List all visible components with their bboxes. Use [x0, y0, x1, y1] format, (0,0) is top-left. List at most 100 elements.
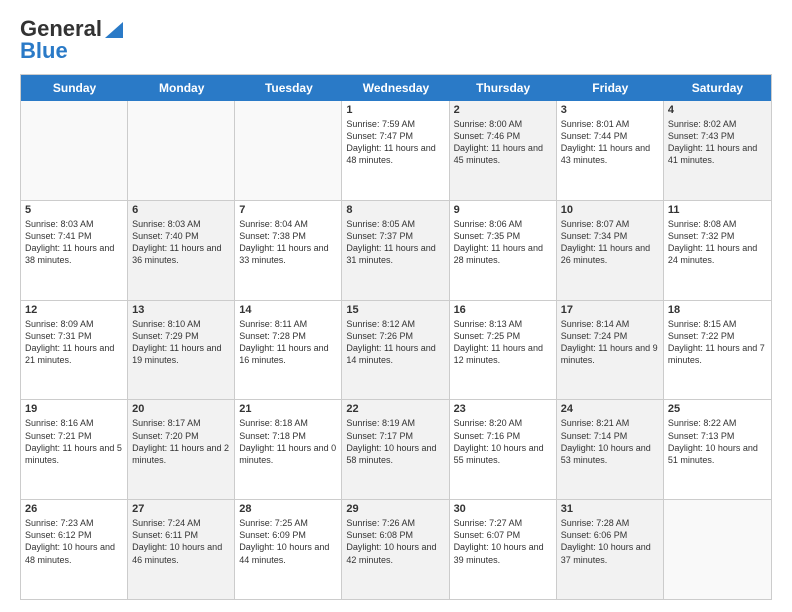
- day-info: Sunrise: 8:16 AM Sunset: 7:21 PM Dayligh…: [25, 417, 123, 466]
- logo-triangle-icon: [103, 20, 123, 38]
- day-number: 20: [132, 403, 230, 415]
- day-number: 9: [454, 204, 552, 216]
- day-cell-25: 25 Sunrise: 8:22 AM Sunset: 7:13 PM Dayli…: [664, 400, 771, 499]
- day-info: Sunrise: 8:07 AM Sunset: 7:34 PM Dayligh…: [561, 218, 659, 267]
- day-number: 1: [346, 104, 444, 116]
- day-info: Sunrise: 8:15 AM Sunset: 7:22 PM Dayligh…: [668, 318, 767, 367]
- day-info: Sunrise: 7:27 AM Sunset: 6:07 PM Dayligh…: [454, 517, 552, 566]
- day-number: 31: [561, 503, 659, 515]
- day-info: Sunrise: 8:17 AM Sunset: 7:20 PM Dayligh…: [132, 417, 230, 466]
- col-header-wednesday: Wednesday: [342, 75, 449, 101]
- day-info: Sunrise: 8:03 AM Sunset: 7:41 PM Dayligh…: [25, 218, 123, 267]
- calendar: SundayMondayTuesdayWednesdayThursdayFrid…: [20, 74, 772, 600]
- day-cell-16: 16 Sunrise: 8:13 AM Sunset: 7:25 PM Dayli…: [450, 301, 557, 400]
- day-number: 12: [25, 304, 123, 316]
- day-cell-10: 10 Sunrise: 8:07 AM Sunset: 7:34 PM Dayli…: [557, 201, 664, 300]
- day-number: 15: [346, 304, 444, 316]
- day-info: Sunrise: 8:10 AM Sunset: 7:29 PM Dayligh…: [132, 318, 230, 367]
- day-cell-14: 14 Sunrise: 8:11 AM Sunset: 7:28 PM Dayli…: [235, 301, 342, 400]
- day-info: Sunrise: 7:23 AM Sunset: 6:12 PM Dayligh…: [25, 517, 123, 566]
- day-number: 5: [25, 204, 123, 216]
- day-info: Sunrise: 8:08 AM Sunset: 7:32 PM Dayligh…: [668, 218, 767, 267]
- calendar-week-5: 26 Sunrise: 7:23 AM Sunset: 6:12 PM Dayli…: [21, 500, 771, 599]
- calendar-week-2: 5 Sunrise: 8:03 AM Sunset: 7:41 PM Daylig…: [21, 201, 771, 301]
- day-cell-29: 29Sunrise: 7:26 AM Sunset: 6:08 PM Dayli…: [342, 500, 449, 599]
- day-number: 24: [561, 403, 659, 415]
- day-number: 17: [561, 304, 659, 316]
- day-info: Sunrise: 8:19 AM Sunset: 7:17 PM Dayligh…: [346, 417, 444, 466]
- day-cell-15: 15 Sunrise: 8:12 AM Sunset: 7:26 PM Dayli…: [342, 301, 449, 400]
- calendar-week-1: 1Sunrise: 7:59 AM Sunset: 7:47 PM Daylig…: [21, 101, 771, 201]
- day-number: 4: [668, 104, 767, 116]
- day-cell-9: 9 Sunrise: 8:06 AM Sunset: 7:35 PM Daylig…: [450, 201, 557, 300]
- day-number: 21: [239, 403, 337, 415]
- day-cell-28: 28Sunrise: 7:25 AM Sunset: 6:09 PM Dayli…: [235, 500, 342, 599]
- day-number: 7: [239, 204, 337, 216]
- header: General Blue: [20, 16, 772, 64]
- day-info: Sunrise: 7:26 AM Sunset: 6:08 PM Dayligh…: [346, 517, 444, 566]
- day-cell-6: 6 Sunrise: 8:03 AM Sunset: 7:40 PM Daylig…: [128, 201, 235, 300]
- day-cell-13: 13 Sunrise: 8:10 AM Sunset: 7:29 PM Dayli…: [128, 301, 235, 400]
- day-info: Sunrise: 8:06 AM Sunset: 7:35 PM Dayligh…: [454, 218, 552, 267]
- day-number: 26: [25, 503, 123, 515]
- day-info: Sunrise: 8:01 AM Sunset: 7:44 PM Dayligh…: [561, 118, 659, 167]
- day-number: 23: [454, 403, 552, 415]
- col-header-thursday: Thursday: [450, 75, 557, 101]
- day-cell-12: 12 Sunrise: 8:09 AM Sunset: 7:31 PM Dayli…: [21, 301, 128, 400]
- empty-cell-0-2: [235, 101, 342, 200]
- day-number: 13: [132, 304, 230, 316]
- day-info: Sunrise: 8:21 AM Sunset: 7:14 PM Dayligh…: [561, 417, 659, 466]
- empty-cell-0-1: [128, 101, 235, 200]
- day-cell-19: 19 Sunrise: 8:16 AM Sunset: 7:21 PM Dayli…: [21, 400, 128, 499]
- day-info: Sunrise: 8:09 AM Sunset: 7:31 PM Dayligh…: [25, 318, 123, 367]
- col-header-monday: Monday: [128, 75, 235, 101]
- empty-cell-0-0: [21, 101, 128, 200]
- day-number: 8: [346, 204, 444, 216]
- day-number: 11: [668, 204, 767, 216]
- day-number: 25: [668, 403, 767, 415]
- calendar-week-3: 12 Sunrise: 8:09 AM Sunset: 7:31 PM Dayli…: [21, 301, 771, 401]
- day-cell-30: 30 Sunrise: 7:27 AM Sunset: 6:07 PM Dayli…: [450, 500, 557, 599]
- calendar-week-4: 19 Sunrise: 8:16 AM Sunset: 7:21 PM Dayli…: [21, 400, 771, 500]
- day-cell-2: 2Sunrise: 8:00 AM Sunset: 7:46 PM Daylig…: [450, 101, 557, 200]
- day-number: 30: [454, 503, 552, 515]
- day-number: 22: [346, 403, 444, 415]
- day-info: Sunrise: 8:13 AM Sunset: 7:25 PM Dayligh…: [454, 318, 552, 367]
- day-info: Sunrise: 7:24 AM Sunset: 6:11 PM Dayligh…: [132, 517, 230, 566]
- day-cell-21: 21 Sunrise: 8:18 AM Sunset: 7:18 PM Dayli…: [235, 400, 342, 499]
- day-cell-27: 27Sunrise: 7:24 AM Sunset: 6:11 PM Dayli…: [128, 500, 235, 599]
- page: General Blue SundayMondayTuesdayWednesda…: [0, 0, 792, 612]
- empty-cell-4-6: [664, 500, 771, 599]
- day-cell-26: 26 Sunrise: 7:23 AM Sunset: 6:12 PM Dayli…: [21, 500, 128, 599]
- day-cell-4: 4 Sunrise: 8:02 AM Sunset: 7:43 PM Daylig…: [664, 101, 771, 200]
- day-info: Sunrise: 8:20 AM Sunset: 7:16 PM Dayligh…: [454, 417, 552, 466]
- day-number: 6: [132, 204, 230, 216]
- day-info: Sunrise: 8:11 AM Sunset: 7:28 PM Dayligh…: [239, 318, 337, 367]
- day-info: Sunrise: 8:14 AM Sunset: 7:24 PM Dayligh…: [561, 318, 659, 367]
- day-number: 16: [454, 304, 552, 316]
- day-number: 19: [25, 403, 123, 415]
- day-cell-5: 5 Sunrise: 8:03 AM Sunset: 7:41 PM Daylig…: [21, 201, 128, 300]
- col-header-sunday: Sunday: [21, 75, 128, 101]
- day-info: Sunrise: 8:02 AM Sunset: 7:43 PM Dayligh…: [668, 118, 767, 167]
- day-cell-20: 20 Sunrise: 8:17 AM Sunset: 7:20 PM Dayli…: [128, 400, 235, 499]
- day-info: Sunrise: 8:18 AM Sunset: 7:18 PM Dayligh…: [239, 417, 337, 466]
- calendar-header: SundayMondayTuesdayWednesdayThursdayFrid…: [21, 75, 771, 101]
- day-cell-8: 8Sunrise: 8:05 AM Sunset: 7:37 PM Daylig…: [342, 201, 449, 300]
- day-cell-24: 24 Sunrise: 8:21 AM Sunset: 7:14 PM Dayli…: [557, 400, 664, 499]
- day-number: 10: [561, 204, 659, 216]
- day-cell-18: 18Sunrise: 8:15 AM Sunset: 7:22 PM Dayli…: [664, 301, 771, 400]
- day-number: 14: [239, 304, 337, 316]
- day-info: Sunrise: 7:25 AM Sunset: 6:09 PM Dayligh…: [239, 517, 337, 566]
- day-info: Sunrise: 8:12 AM Sunset: 7:26 PM Dayligh…: [346, 318, 444, 367]
- calendar-body: 1Sunrise: 7:59 AM Sunset: 7:47 PM Daylig…: [21, 101, 771, 599]
- day-info: Sunrise: 7:28 AM Sunset: 6:06 PM Dayligh…: [561, 517, 659, 566]
- col-header-friday: Friday: [557, 75, 664, 101]
- day-cell-23: 23 Sunrise: 8:20 AM Sunset: 7:16 PM Dayli…: [450, 400, 557, 499]
- day-cell-31: 31 Sunrise: 7:28 AM Sunset: 6:06 PM Dayli…: [557, 500, 664, 599]
- logo: General Blue: [20, 16, 124, 64]
- day-info: Sunrise: 8:22 AM Sunset: 7:13 PM Dayligh…: [668, 417, 767, 466]
- col-header-tuesday: Tuesday: [235, 75, 342, 101]
- day-number: 3: [561, 104, 659, 116]
- day-info: Sunrise: 8:03 AM Sunset: 7:40 PM Dayligh…: [132, 218, 230, 267]
